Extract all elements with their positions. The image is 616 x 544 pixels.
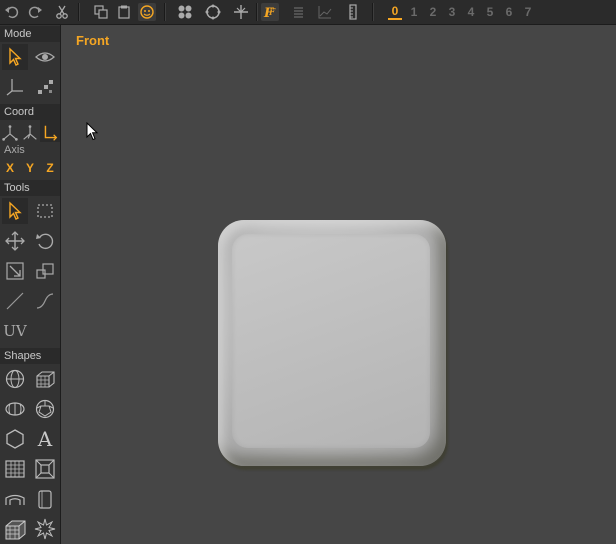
cube-front-face: [232, 234, 430, 448]
torus-shape-button[interactable]: [2, 396, 28, 422]
cylinder-shape-button[interactable]: [32, 486, 58, 512]
top-toolbar: FF 0 1 2 3 4 5 6 7: [0, 0, 616, 25]
star-burst-icon: [34, 518, 56, 540]
transform-icon[interactable]: [232, 3, 250, 21]
layer-tab-4[interactable]: 4: [464, 4, 478, 20]
cylinder-icon: [38, 490, 52, 509]
local-coord-icon: [23, 125, 37, 140]
eye-icon: [35, 52, 55, 62]
screen-coord-icon: [44, 125, 58, 141]
move-tool-button[interactable]: [2, 228, 28, 254]
paste-icon[interactable]: [115, 3, 133, 21]
grid-icon[interactable]: [176, 3, 194, 21]
svg-text:F: F: [268, 8, 276, 18]
rounded-cube-object[interactable]: [218, 220, 446, 466]
box-wire-icon: [36, 371, 55, 388]
grid-plane-icon: [5, 460, 25, 478]
scale-uniform-icon: [36, 263, 54, 279]
grid-plane-shape-button[interactable]: [2, 456, 28, 482]
redo-icon[interactable]: [26, 3, 44, 21]
uv-label: UV: [3, 322, 27, 340]
layer-tab-3[interactable]: 3: [445, 4, 459, 20]
scale-uniform-tool-button[interactable]: [32, 258, 58, 284]
select-mode-button[interactable]: [2, 44, 28, 70]
mode-section-header: Mode: [0, 26, 60, 42]
tools-section-header: Tools: [0, 180, 60, 196]
box-shape-button[interactable]: [32, 366, 58, 392]
marquee-icon: [37, 204, 53, 218]
left-tool-panel: Mode Coord Axis X Y Z Tools UV Shapes A: [0, 25, 61, 544]
arch-icon: [5, 494, 25, 505]
axis-z-toggle[interactable]: Z: [41, 159, 59, 177]
scale-tool-button[interactable]: [2, 258, 28, 284]
rotate-tool-button[interactable]: [32, 228, 58, 254]
layer-tab-1[interactable]: 1: [407, 4, 421, 20]
curve-icon: [36, 293, 54, 309]
layer-tab-7[interactable]: 7: [521, 4, 535, 20]
curve-tool-button[interactable]: [32, 288, 58, 314]
cube-grid-icon: [5, 520, 26, 540]
arch-shape-button[interactable]: [2, 486, 28, 512]
axis-y-toggle[interactable]: Y: [21, 159, 39, 177]
line-icon: [6, 292, 24, 310]
arrow-cursor-icon: [9, 47, 22, 66]
select-tool-button[interactable]: [2, 198, 28, 224]
coord-section-header: Coord: [0, 104, 60, 120]
view-mode-button[interactable]: [32, 44, 58, 70]
hexagon-shape-button[interactable]: [2, 426, 28, 452]
scale-icon: [6, 262, 24, 280]
viewport-title: Front: [76, 33, 110, 48]
rotate-icon: [36, 233, 54, 250]
layer-tab-6[interactable]: 6: [502, 4, 516, 20]
geosphere-shape-button[interactable]: [32, 396, 58, 422]
uv-tool-button[interactable]: UV: [2, 318, 28, 344]
layer-tab-0[interactable]: 0: [388, 4, 402, 20]
geosphere-icon: [35, 399, 55, 419]
layer-tab-2[interactable]: 2: [426, 4, 440, 20]
star-shape-button[interactable]: [32, 516, 58, 542]
axes-mode-button[interactable]: [2, 74, 28, 100]
line-tool-button[interactable]: [2, 288, 28, 314]
arrow-cursor-icon: [9, 201, 22, 220]
sphere-shape-button[interactable]: [2, 366, 28, 392]
points-mode-button[interactable]: [32, 74, 58, 100]
axis-section-header: Axis: [0, 142, 60, 158]
undo-icon[interactable]: [3, 3, 21, 21]
layer-tab-5[interactable]: 5: [483, 4, 497, 20]
marquee-tool-button[interactable]: [32, 198, 58, 224]
frame-shape-button[interactable]: [32, 456, 58, 482]
world-coord-icon: [2, 125, 18, 141]
text-shape-button[interactable]: A: [32, 426, 58, 452]
torus-shape-icon: [5, 402, 25, 416]
graph-icon[interactable]: [316, 3, 334, 21]
shapes-section-header: Shapes: [0, 348, 60, 364]
fx-icon[interactable]: FF: [261, 3, 279, 21]
snap-icon[interactable]: [138, 3, 156, 21]
frame-box-icon: [35, 459, 55, 479]
list-icon[interactable]: [289, 3, 307, 21]
ruler-icon[interactable]: [344, 3, 362, 21]
hexagon-icon: [6, 429, 24, 449]
text-tool-label: A: [37, 427, 53, 451]
cube-grid-shape-button[interactable]: [2, 516, 28, 542]
move-icon: [5, 231, 25, 251]
axes-icon: [6, 79, 23, 96]
points-icon: [38, 80, 53, 94]
sphere-icon[interactable]: [204, 3, 222, 21]
copy-icon[interactable]: [92, 3, 110, 21]
cut-icon[interactable]: [53, 3, 71, 21]
mouse-cursor-icon: [86, 121, 100, 147]
axis-x-toggle[interactable]: X: [1, 159, 19, 177]
sphere-shape-icon: [5, 369, 25, 389]
